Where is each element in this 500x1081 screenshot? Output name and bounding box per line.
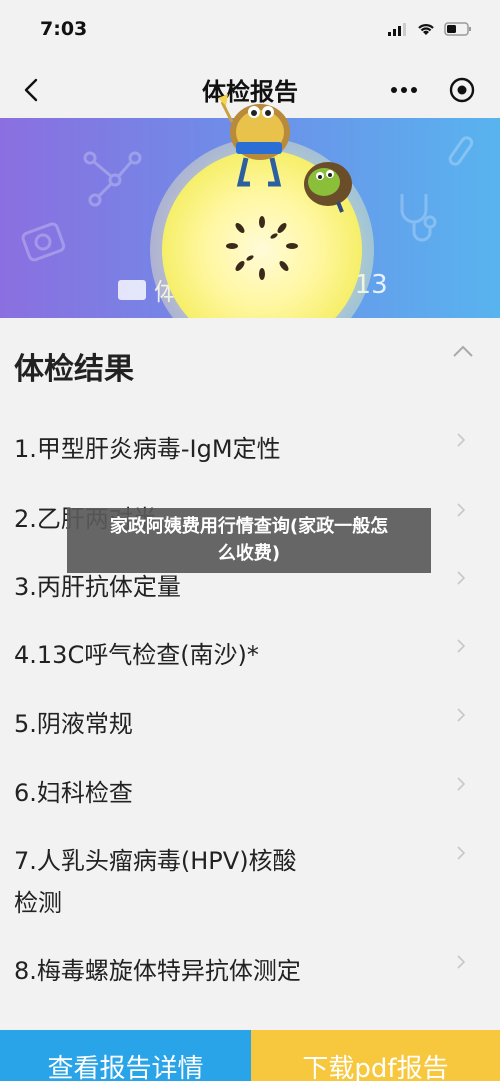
chevron-right-icon: [457, 955, 466, 969]
download-pdf-label: 下载pdf报告: [302, 1054, 449, 1081]
status-time: 7:03: [40, 18, 88, 40]
chevron-right-icon: [457, 571, 466, 585]
signal-icon: [388, 23, 406, 36]
chevron-right-icon: [457, 708, 466, 722]
overlay-text: 家政阿姨费用行情查询(家政一般怎 么收费): [67, 508, 431, 567]
result-label-line2: 检测: [14, 889, 62, 917]
more-icon[interactable]: [388, 76, 420, 104]
kiwi-mascot-right: [304, 162, 352, 213]
result-label: 6.妇科检查: [14, 779, 133, 807]
camera-icon: [21, 222, 66, 262]
result-item-4[interactable]: 4.13C呼气检查(南沙)*: [14, 634, 434, 676]
wifi-icon: [418, 24, 434, 35]
result-item-6[interactable]: 6.妇科检查: [14, 772, 434, 814]
status-icons: [388, 22, 472, 36]
chevron-right-icon: [457, 433, 466, 447]
result-label: 1.甲型肝炎病毒-IgM定性: [14, 435, 281, 463]
download-pdf-button[interactable]: 下载pdf报告: [251, 1030, 500, 1081]
chevron-up-icon[interactable]: [452, 344, 474, 358]
result-item-7[interactable]: 7.人乳头瘤病毒(HPV)核酸 检测: [14, 840, 434, 924]
result-label: 7.人乳头瘤病毒(HPV)核酸: [14, 847, 297, 875]
result-label: 5.阴液常规: [14, 710, 133, 738]
result-item-5[interactable]: 5.阴液常规: [14, 703, 434, 745]
status-bar: 7:03: [0, 0, 500, 62]
close-miniprogram-icon[interactable]: [446, 74, 478, 106]
view-report-details-button[interactable]: 查看报告详情: [0, 1030, 251, 1081]
overlay-line-1: 家政阿姨费用行情查询(家政一般怎: [109, 516, 389, 537]
stethoscope-icon: [400, 194, 437, 242]
test-tube-icon: [448, 136, 474, 166]
result-label: 4.13C呼气检查(南沙)*: [14, 641, 259, 669]
chevron-right-icon: [457, 503, 466, 517]
result-label: 8.梅毒螺旋体特异抗体测定: [14, 957, 301, 985]
molecule-icon: [83, 151, 142, 207]
chevron-right-icon: [457, 846, 466, 860]
section-title: 体检结果: [14, 352, 134, 387]
view-report-details-label: 查看报告详情: [47, 1054, 204, 1081]
result-item-1[interactable]: 1.甲型肝炎病毒-IgM定性: [14, 428, 434, 470]
result-label: 3.丙肝抗体定量: [14, 573, 181, 601]
result-item-8[interactable]: 8.梅毒螺旋体特异抗体测定: [14, 950, 434, 992]
chevron-right-icon: [457, 777, 466, 791]
id-card-icon: [118, 279, 146, 300]
chevron-right-icon: [457, 639, 466, 653]
overlay-banner: 家政阿姨费用行情查询(家政一般怎 么收费): [67, 508, 431, 573]
overlay-line-2: 么收费): [217, 543, 281, 564]
kiwi-mascot-left: [218, 94, 290, 187]
battery-icon: [444, 22, 471, 36]
